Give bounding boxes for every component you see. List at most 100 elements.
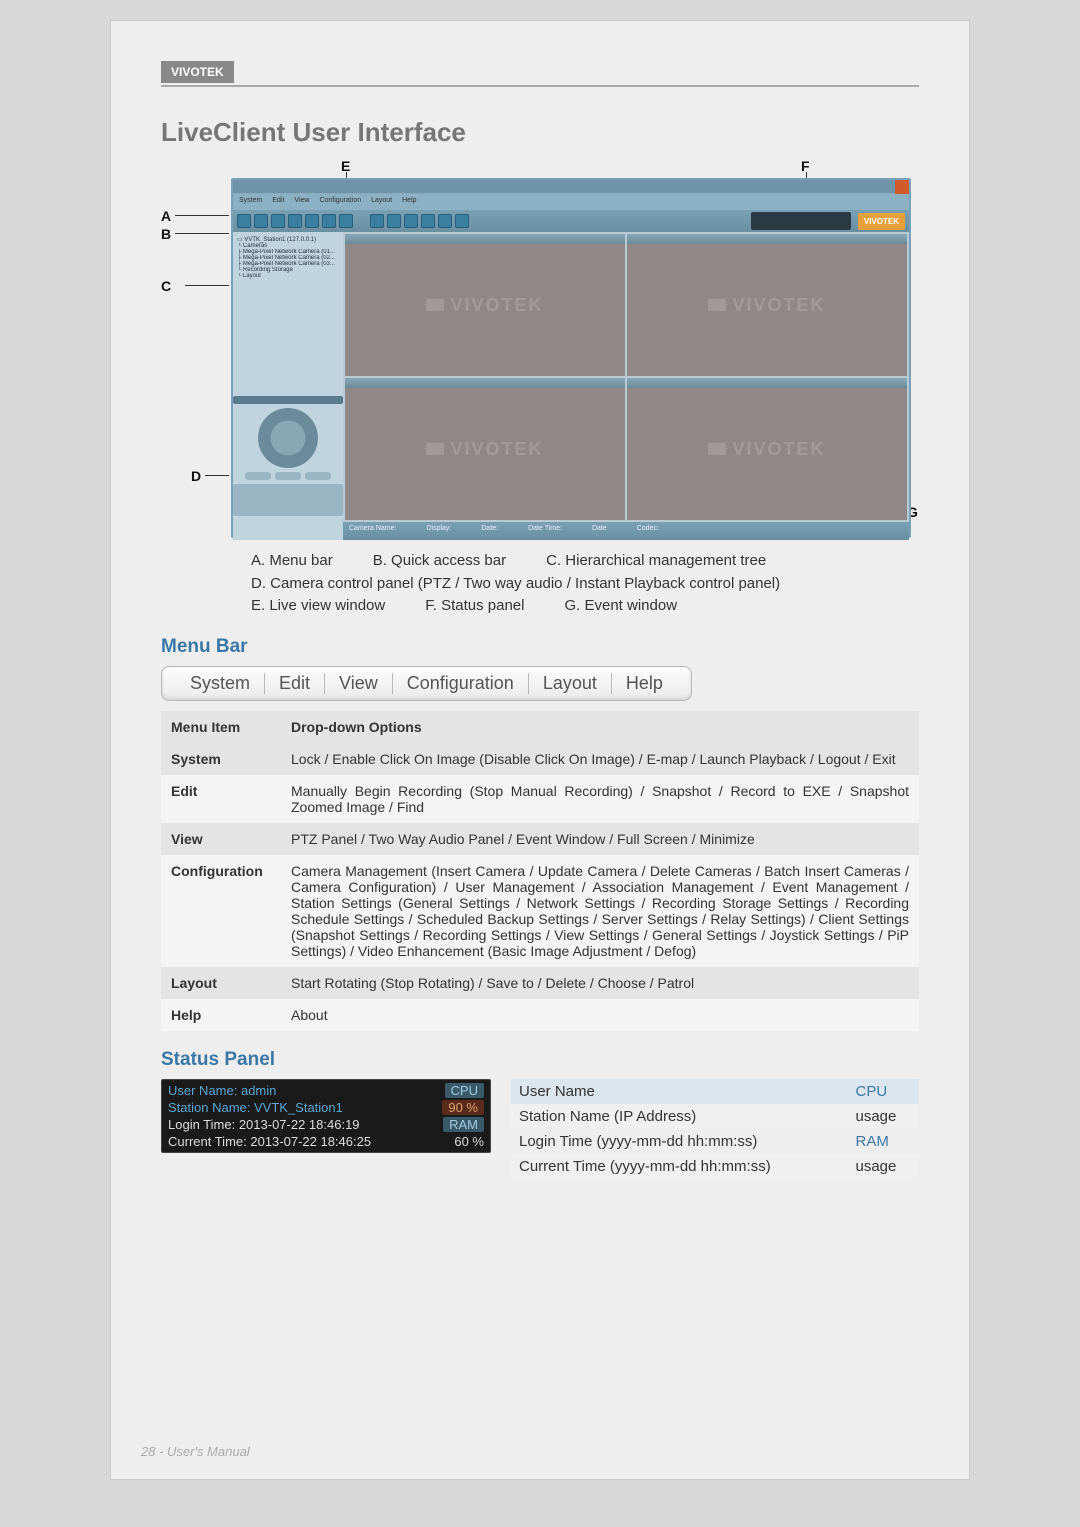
quick-access-bar: VIVOTEK	[233, 210, 909, 232]
footbar-item: Date:	[481, 525, 498, 537]
camera-icon	[708, 443, 726, 455]
footbar-item: Camera Name:	[349, 525, 396, 537]
cell-key: Configuration	[161, 855, 281, 967]
footbar-item: Display:	[426, 525, 451, 537]
footbar-item: Date Time:	[528, 525, 562, 537]
table-row: EditManually Begin Recording (Stop Manua…	[161, 775, 919, 823]
cell-value: Start Rotating (Stop Rotating) / Save to…	[281, 967, 919, 999]
brand-row: VIVOTEK	[161, 61, 919, 87]
cell-value: Lock / Enable Click On Image (Disable Cl…	[281, 743, 919, 775]
legend-right: usage	[848, 1154, 920, 1179]
legend-d: D. Camera control panel (PTZ / Two way a…	[251, 573, 919, 596]
status-legend-row: Current Time (yyyy-mm-dd hh:mm:ss)usage	[511, 1154, 919, 1179]
watermark: VIVOTEK	[708, 439, 825, 460]
toolbar-icon[interactable]	[288, 214, 302, 228]
ptz-panel	[233, 392, 343, 540]
legend-e: E. Live view window	[251, 595, 385, 618]
page-title: LiveClient User Interface	[161, 117, 919, 148]
menu-edit[interactable]: Edit	[272, 197, 284, 207]
legend-right: usage	[848, 1104, 920, 1129]
event-window: Camera Name: Display: Date: Date Time: D…	[343, 522, 909, 540]
ui-diagram: A B C D E F G System Edit View Configura…	[161, 158, 921, 538]
toolbar-icon[interactable]	[271, 214, 285, 228]
main-view: VIVOTEK VIVOTEK VIVOTEK VIVOTEK	[343, 232, 909, 540]
ptz-button[interactable]	[275, 472, 301, 480]
footbar-item: Date	[592, 525, 607, 537]
strip-system[interactable]: System	[176, 673, 265, 694]
menu-help[interactable]: Help	[402, 197, 416, 207]
toolbar-icon[interactable]	[370, 214, 384, 228]
strip-view[interactable]: View	[325, 673, 393, 694]
th-menu-item: Menu Item	[161, 711, 281, 743]
legend-right: RAM	[848, 1129, 920, 1154]
menu-layout[interactable]: Layout	[371, 197, 392, 207]
watermark: VIVOTEK	[426, 439, 543, 460]
tree-item[interactable]: └ Layout	[237, 273, 339, 279]
management-tree[interactable]: ▭ VVTK_Station1 (127.0.0.1) └ Cameras ├ …	[233, 232, 343, 392]
status-ram-value: 60 %	[454, 1134, 484, 1149]
strip-edit[interactable]: Edit	[265, 673, 325, 694]
page-footer: 28 - User's Manual	[141, 1444, 250, 1459]
toolbar-icon[interactable]	[387, 214, 401, 228]
camera-icon	[426, 299, 444, 311]
ptz-wheel-icon[interactable]	[258, 408, 318, 468]
strip-layout[interactable]: Layout	[529, 673, 612, 694]
toolbar-icon[interactable]	[322, 214, 336, 228]
tree-item[interactable]: ▭ VVTK_Station1 (127.0.0.1)	[237, 236, 339, 243]
legend-left: Current Time (yyyy-mm-dd hh:mm:ss)	[511, 1154, 848, 1179]
status-row-current: Current Time: 2013-07-22 18:46:25 60 %	[164, 1133, 488, 1150]
menubar-strip: System Edit View Configuration Layout He…	[161, 666, 692, 701]
diagram-label-b: B	[161, 226, 171, 242]
menu-configuration[interactable]: Configuration	[319, 197, 361, 207]
table-row: ConfigurationCamera Management (Insert C…	[161, 855, 919, 967]
toolbar-icon[interactable]	[254, 214, 268, 228]
strip-help[interactable]: Help	[612, 673, 677, 694]
status-row-login: Login Time: 2013-07-22 18:46:19 RAM	[164, 1116, 488, 1133]
video-tile[interactable]: VIVOTEK	[345, 234, 625, 376]
table-row: SystemLock / Enable Click On Image (Disa…	[161, 743, 919, 775]
strip-configuration[interactable]: Configuration	[393, 673, 529, 694]
diagram-label-d: D	[191, 468, 201, 484]
status-box: User Name: admin CPU Station Name: VVTK_…	[161, 1079, 491, 1153]
toolbar-icon[interactable]	[404, 214, 418, 228]
status-legend: User NameCPU Station Name (IP Address)us…	[511, 1079, 919, 1179]
table-row: HelpAbout	[161, 999, 919, 1031]
status-legend-row: Station Name (IP Address)usage	[511, 1104, 919, 1129]
cell-key: Help	[161, 999, 281, 1031]
status-panel-heading: Status Panel	[161, 1049, 919, 1071]
ptz-button[interactable]	[245, 472, 271, 480]
legend-left: Login Time (yyyy-mm-dd hh:mm:ss)	[511, 1129, 848, 1154]
toolbar-icon[interactable]	[438, 214, 452, 228]
ptz-button[interactable]	[305, 472, 331, 480]
toolbar-icon[interactable]	[339, 214, 353, 228]
legend-a: A. Menu bar	[251, 550, 333, 573]
legend-f: F. Status panel	[425, 595, 524, 618]
watermark: VIVOTEK	[426, 295, 543, 316]
close-icon[interactable]	[895, 180, 909, 194]
legend-g: G. Event window	[564, 595, 677, 618]
toolbar-icon[interactable]	[237, 214, 251, 228]
status-username: User Name: admin	[168, 1083, 276, 1098]
toolbar-icon[interactable]	[421, 214, 435, 228]
status-cpu-value: 90 %	[442, 1100, 484, 1115]
menubar: System Edit View Configuration Layout He…	[233, 194, 909, 210]
video-tile[interactable]: VIVOTEK	[345, 378, 625, 520]
video-tile[interactable]: VIVOTEK	[627, 234, 907, 376]
toolbar-icon[interactable]	[455, 214, 469, 228]
menu-view[interactable]: View	[294, 197, 309, 207]
table-row: ViewPTZ Panel / Two Way Audio Panel / Ev…	[161, 823, 919, 855]
status-panel-section: User Name: admin CPU Station Name: VVTK_…	[161, 1079, 919, 1179]
cell-key: View	[161, 823, 281, 855]
cell-value: About	[281, 999, 919, 1031]
toolbar-icon[interactable]	[305, 214, 319, 228]
cell-value: Manually Begin Recording (Stop Manual Re…	[281, 775, 919, 823]
legend-b: B. Quick access bar	[373, 550, 506, 573]
legend-right: CPU	[848, 1079, 920, 1104]
document-page: VIVOTEK LiveClient User Interface A B C …	[110, 20, 970, 1480]
menu-system[interactable]: System	[239, 197, 262, 207]
status-cpu-label: CPU	[445, 1083, 484, 1098]
app-screenshot: System Edit View Configuration Layout He…	[231, 178, 911, 538]
video-tile[interactable]: VIVOTEK	[627, 378, 907, 520]
vivotek-logo: VIVOTEK	[858, 213, 905, 230]
status-login-time: Login Time: 2013-07-22 18:46:19	[168, 1117, 360, 1132]
